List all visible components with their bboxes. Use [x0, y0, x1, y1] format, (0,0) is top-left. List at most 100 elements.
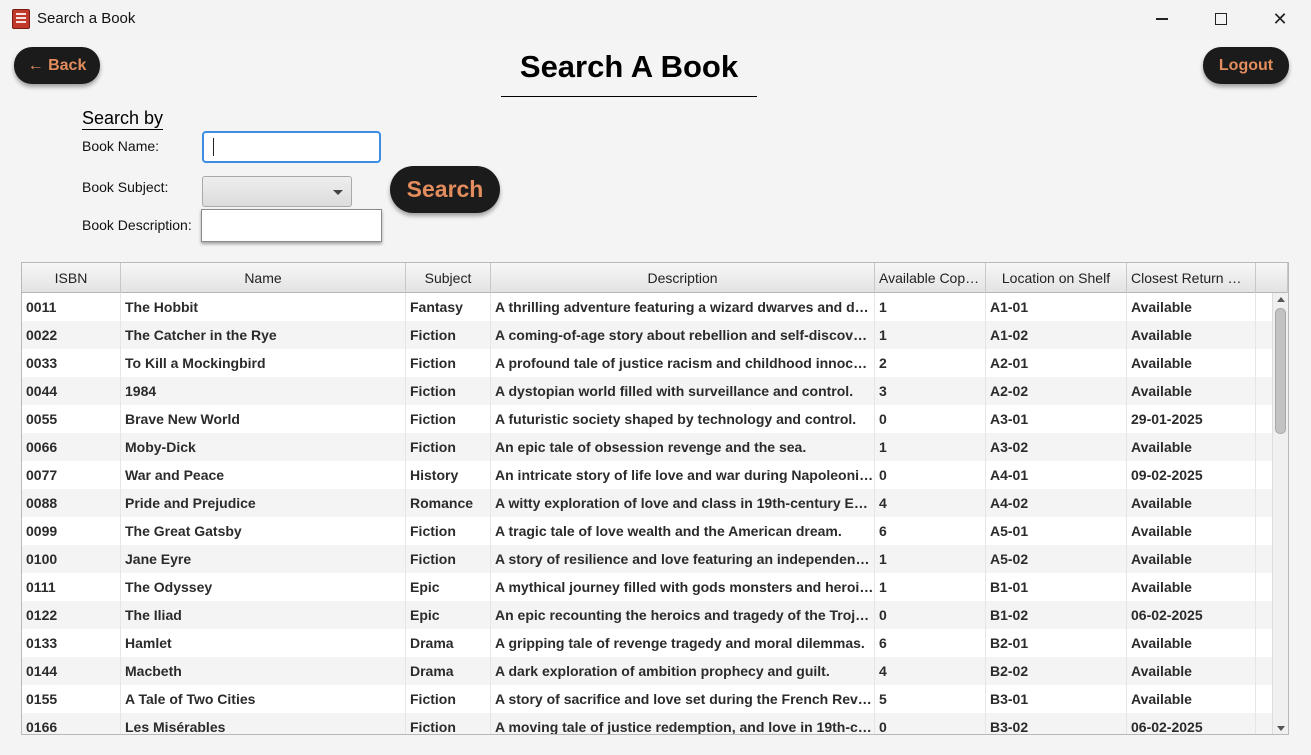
- window-titlebar: Search a Book ✕: [0, 0, 1311, 38]
- book-description-label: Book Description:: [82, 217, 192, 233]
- cell-isbn: 0144: [22, 657, 121, 685]
- text-caret: [213, 138, 214, 156]
- cell-return-date: Available: [1127, 349, 1256, 377]
- cell-available-copies: 5: [875, 685, 986, 713]
- cell-available-copies: 6: [875, 517, 986, 545]
- cell-subject: Fiction: [406, 433, 491, 461]
- book-name-input[interactable]: [202, 131, 381, 163]
- cell-isbn: 0022: [22, 321, 121, 349]
- scroll-thumb[interactable]: [1275, 308, 1286, 434]
- page-title: Search A Book: [501, 46, 757, 97]
- cell-description: A thrilling adventure featuring a wizard…: [491, 293, 875, 321]
- minimize-icon: [1156, 18, 1168, 20]
- cell-available-copies: 3: [875, 377, 986, 405]
- cell-location: B2-01: [986, 629, 1127, 657]
- book-subject-select[interactable]: [202, 176, 352, 207]
- cell-name: The Great Gatsby: [121, 517, 406, 545]
- column-header-available-copies[interactable]: Available Copies: [875, 263, 986, 293]
- cell-description: A story of sacrifice and love set during…: [491, 685, 875, 713]
- table-row[interactable]: 0077 War and Peace History An intricate sto…: [22, 461, 1272, 489]
- scroll-up-icon[interactable]: [1277, 297, 1285, 302]
- cell-location: A1-02: [986, 321, 1127, 349]
- cell-subject: Fiction: [406, 349, 491, 377]
- cell-return-date: Available: [1127, 685, 1256, 713]
- column-header-return-date[interactable]: Closest Return Date: [1127, 263, 1256, 293]
- vertical-scrollbar[interactable]: [1272, 293, 1288, 734]
- maximize-button[interactable]: [1192, 0, 1250, 38]
- cell-description: An epic recounting the heroics and trage…: [491, 601, 875, 629]
- cell-return-date: Available: [1127, 573, 1256, 601]
- book-description-input[interactable]: [201, 209, 382, 242]
- cell-location: A4-01: [986, 461, 1127, 489]
- cell-location: A1-01: [986, 293, 1127, 321]
- table-row[interactable]: 0011 The Hobbit Fantasy A thrilling adventu…: [22, 293, 1272, 321]
- cell-location: A4-02: [986, 489, 1127, 517]
- cell-name: War and Peace: [121, 461, 406, 489]
- search-button[interactable]: Search: [390, 166, 500, 213]
- cell-subject: Romance: [406, 489, 491, 517]
- books-table[interactable]: ISBN Name Subject Description Available …: [21, 262, 1289, 735]
- cell-available-copies: 4: [875, 489, 986, 517]
- cell-available-copies: 1: [875, 545, 986, 573]
- cell-description: A coming-of-age story about rebellion an…: [491, 321, 875, 349]
- cell-name: Brave New World: [121, 405, 406, 433]
- table-row[interactable]: 0022 The Catcher in the Rye Fiction A comin…: [22, 321, 1272, 349]
- cell-isbn: 0122: [22, 601, 121, 629]
- table-row[interactable]: 0088 Pride and Prejudice Romance A witty ex…: [22, 489, 1272, 517]
- table-row[interactable]: 0033 To Kill a Mockingbird Fiction A profou…: [22, 349, 1272, 377]
- cell-return-date: 29-01-2025: [1127, 405, 1256, 433]
- cell-available-copies: 0: [875, 405, 986, 433]
- cell-subject: Fiction: [406, 405, 491, 433]
- chevron-down-icon: [333, 190, 343, 195]
- cell-isbn: 0099: [22, 517, 121, 545]
- cell-description: A profound tale of justice racism and ch…: [491, 349, 875, 377]
- column-header-subject[interactable]: Subject: [406, 263, 491, 293]
- cell-return-date: 06-02-2025: [1127, 713, 1256, 734]
- table-row[interactable]: 0066 Moby-Dick Fiction An epic tale of obse…: [22, 433, 1272, 461]
- close-window-button[interactable]: ✕: [1251, 0, 1309, 38]
- cell-return-date: Available: [1127, 377, 1256, 405]
- table-row[interactable]: 0100 Jane Eyre Fiction A story of resilienc…: [22, 545, 1272, 573]
- cell-available-copies: 6: [875, 629, 986, 657]
- cell-available-copies: 0: [875, 601, 986, 629]
- book-icon: [12, 9, 30, 29]
- cell-return-date: 09-02-2025: [1127, 461, 1256, 489]
- cell-return-date: Available: [1127, 293, 1256, 321]
- table-row[interactable]: 0133 Hamlet Drama A gripping tale of reveng…: [22, 629, 1272, 657]
- column-header-location[interactable]: Location on Shelf: [986, 263, 1127, 293]
- table-row[interactable]: 0099 The Great Gatsby Fiction A tragic tale…: [22, 517, 1272, 545]
- cell-name: Moby-Dick: [121, 433, 406, 461]
- table-row[interactable]: 0122 The Iliad Epic An epic recounting the …: [22, 601, 1272, 629]
- table-body: 0011 The Hobbit Fantasy A thrilling adventu…: [22, 293, 1272, 734]
- cell-available-copies: 2: [875, 349, 986, 377]
- cell-location: A5-02: [986, 545, 1127, 573]
- cell-name: Les Misérables: [121, 713, 406, 734]
- table-row[interactable]: 0166 Les Misérables Fiction A moving tale o…: [22, 713, 1272, 734]
- cell-isbn: 0133: [22, 629, 121, 657]
- minimize-button[interactable]: [1133, 0, 1191, 38]
- table-row[interactable]: 0111 The Odyssey Epic A mythical journey fi…: [22, 573, 1272, 601]
- cell-return-date: Available: [1127, 517, 1256, 545]
- cell-subject: Epic: [406, 601, 491, 629]
- cell-description: A futuristic society shaped by technolog…: [491, 405, 875, 433]
- cell-available-copies: 0: [875, 461, 986, 489]
- cell-description: A mythical journey filled with gods mons…: [491, 573, 875, 601]
- scroll-down-icon[interactable]: [1277, 726, 1285, 731]
- cell-isbn: 0077: [22, 461, 121, 489]
- back-button[interactable]: ← Back: [14, 47, 100, 84]
- cell-description: A gripping tale of revenge tragedy and m…: [491, 629, 875, 657]
- cell-subject: Fiction: [406, 713, 491, 734]
- column-header-filler: [1256, 263, 1288, 293]
- book-subject-label: Book Subject:: [82, 179, 169, 195]
- table-row[interactable]: 0055 Brave New World Fiction A futuristic s…: [22, 405, 1272, 433]
- logout-button[interactable]: Logout: [1203, 47, 1289, 84]
- column-header-description[interactable]: Description: [491, 263, 875, 293]
- cell-description: An intricate story of life love and war …: [491, 461, 875, 489]
- table-row[interactable]: 0144 Macbeth Drama A dark exploration of am…: [22, 657, 1272, 685]
- table-row[interactable]: 0155 A Tale of Two Cities Fiction A story o…: [22, 685, 1272, 713]
- cell-isbn: 0088: [22, 489, 121, 517]
- column-header-name[interactable]: Name: [121, 263, 406, 293]
- column-header-isbn[interactable]: ISBN: [22, 263, 121, 293]
- cell-subject: Fiction: [406, 321, 491, 349]
- table-row[interactable]: 0044 1984 Fiction A dystopian world filled …: [22, 377, 1272, 405]
